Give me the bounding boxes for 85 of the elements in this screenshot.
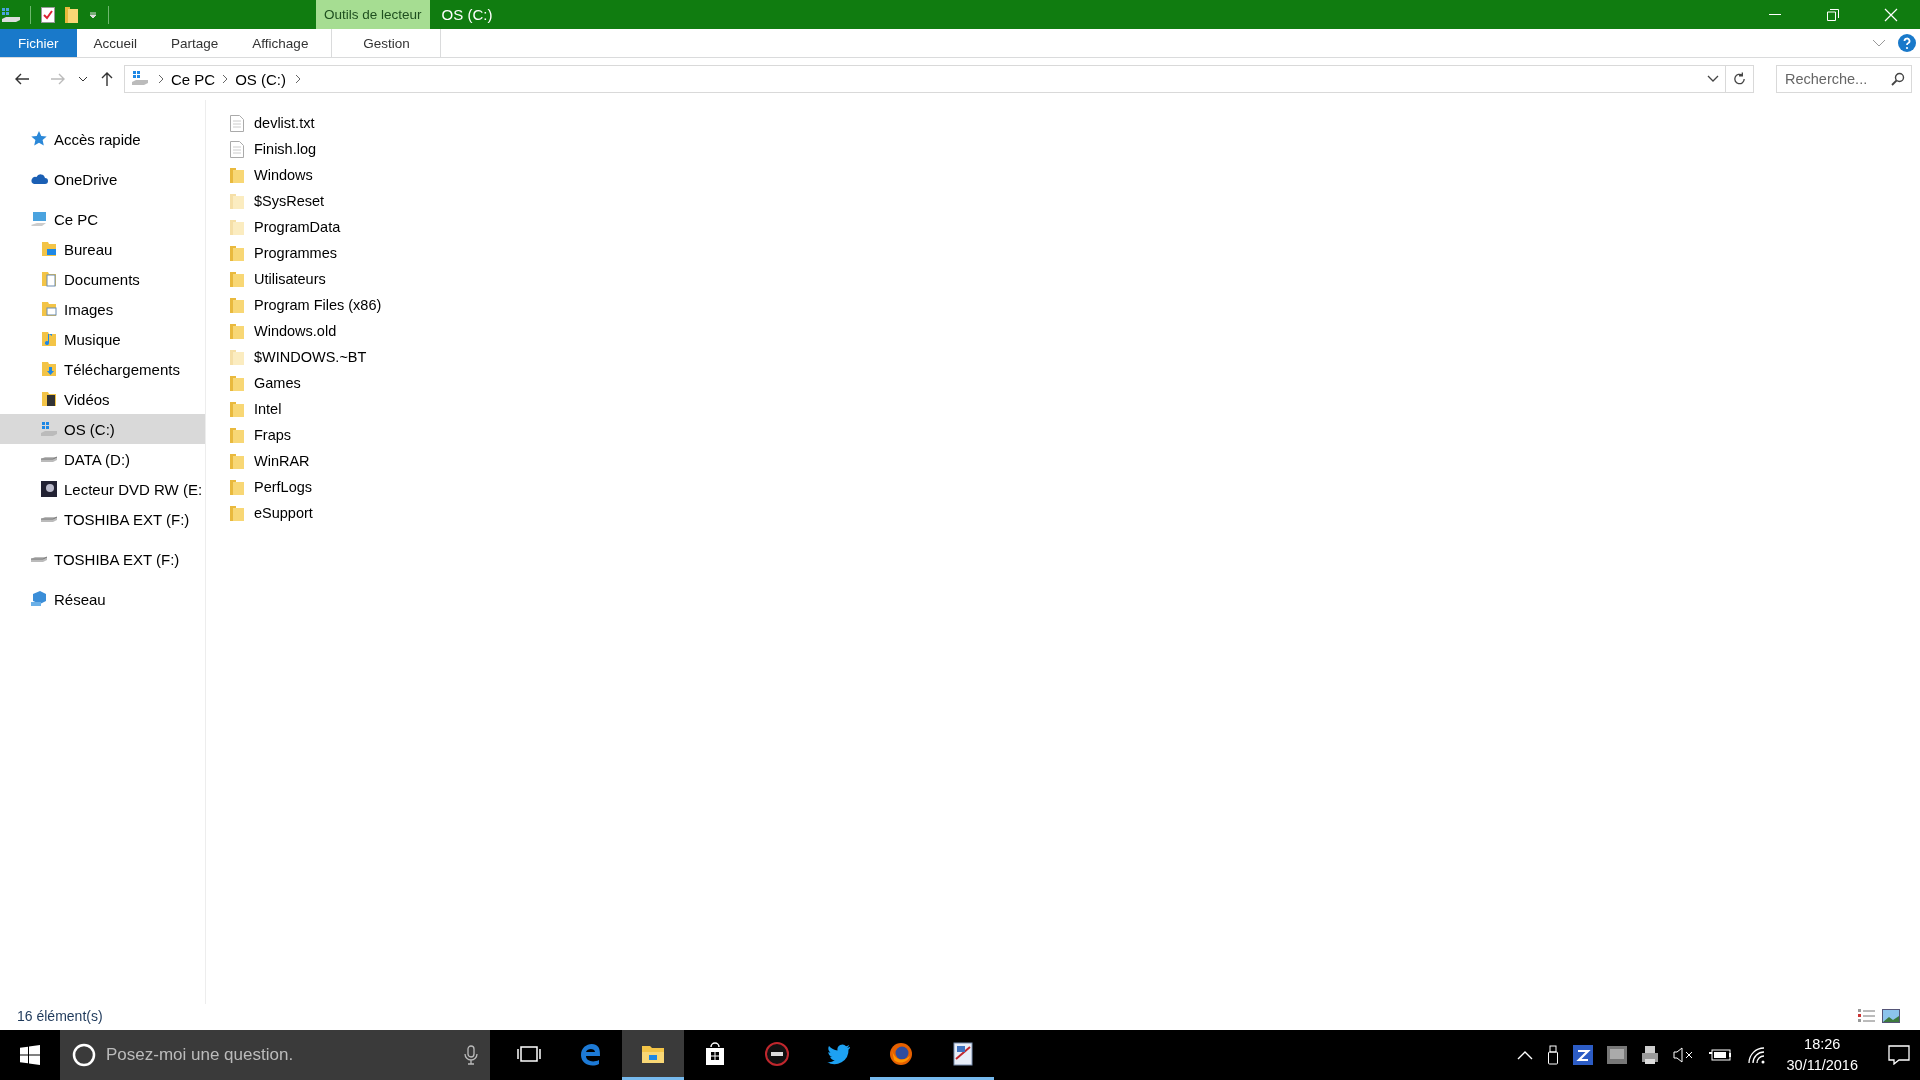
drive-icon: [40, 420, 58, 438]
ribbon-tab[interactable]: Gestion: [331, 29, 442, 57]
ribbon-tab[interactable]: Affichage: [235, 29, 326, 57]
ribbon-tab[interactable]: Fichier: [0, 29, 77, 57]
paint-icon: [950, 1040, 976, 1067]
drive-icon: [40, 455, 58, 463]
nav-item[interactable]: Accès rapide: [0, 124, 205, 154]
file-item[interactable]: $SysReset: [230, 188, 325, 214]
app-tray-icon[interactable]: [1570, 1045, 1595, 1065]
taskbar-search-field[interactable]: Posez-moi une question.: [60, 1030, 490, 1080]
star-icon: [30, 130, 48, 148]
caret-icon: [78, 76, 88, 82]
item-count: 16 élément(s): [17, 1008, 103, 1024]
notification-icon[interactable]: [1886, 1045, 1912, 1065]
ribbon-tab[interactable]: Accueil: [76, 29, 155, 57]
breadcrumb[interactable]: OS (C:): [231, 70, 291, 88]
breadcrumb[interactable]: Ce PC: [167, 70, 220, 88]
properties-icon[interactable]: [41, 6, 55, 23]
folder-icon: [40, 360, 58, 378]
file-item[interactable]: $WINDOWS.~BT: [230, 344, 367, 370]
nav-item[interactable]: Documents: [0, 264, 205, 294]
file-item[interactable]: WinRAR: [230, 448, 310, 474]
nav-item[interactable]: Images: [0, 294, 205, 324]
firefox-icon: [888, 1040, 914, 1067]
nav-item[interactable]: DATA (D:): [0, 444, 205, 474]
folder-icon: [40, 300, 58, 318]
folder-icon: [40, 270, 58, 288]
nav-item[interactable]: OneDrive: [0, 164, 205, 194]
file-item[interactable]: Fraps: [230, 422, 292, 448]
file-item[interactable]: ProgramData: [230, 214, 341, 240]
chevron-icon: [294, 74, 303, 84]
minimize-icon: [1769, 14, 1781, 15]
nav-item[interactable]: TOSHIBA EXT (F:): [0, 544, 205, 574]
refresh-icon: [1732, 71, 1747, 87]
nav-item[interactable]: Réseau: [0, 584, 205, 614]
folder-icon: [40, 390, 58, 408]
address-bar[interactable]: Ce PC OS (C:): [124, 65, 1754, 93]
help-icon[interactable]: [1898, 34, 1916, 52]
folder-icon: [40, 330, 58, 348]
computer-icon: [30, 210, 48, 228]
nav-item[interactable]: Téléchargements: [0, 354, 205, 384]
expand-icon[interactable]: [1872, 39, 1886, 47]
search-icon: [1891, 72, 1905, 86]
close-icon: [1884, 7, 1898, 22]
file-item[interactable]: devlist.txt: [230, 110, 315, 136]
drive-icon: [131, 68, 149, 87]
nav-item[interactable]: Lecteur DVD RW (E:: [0, 474, 205, 504]
drive-icon: [40, 515, 58, 523]
file-item[interactable]: Windows: [230, 162, 313, 188]
file-item[interactable]: Finish.log: [230, 136, 317, 162]
dropdown-icon[interactable]: [1707, 75, 1719, 83]
chevron-icon: [158, 74, 164, 84]
nav-item[interactable]: Bureau: [0, 234, 205, 264]
dvd-icon: [40, 480, 58, 498]
drive-icon: [2, 7, 20, 22]
windows-logo-icon: [20, 1045, 40, 1065]
network-icon: [30, 590, 48, 608]
file-item[interactable]: PerfLogs: [230, 474, 313, 500]
large-icons-button[interactable]: [1879, 1009, 1903, 1023]
file-item[interactable]: Programmes: [230, 240, 337, 266]
drive-icon: [30, 555, 48, 563]
chevron-icon: [222, 74, 229, 84]
ribbon-tab[interactable]: Partage: [154, 29, 236, 57]
folder-icon[interactable]: [65, 6, 78, 23]
context-tab-group: Outils de lecteur: [316, 0, 430, 29]
file-item[interactable]: Intel: [230, 396, 282, 422]
search-field[interactable]: Recherche...: [1776, 65, 1912, 93]
file-item[interactable]: eSupport: [230, 500, 313, 526]
taskbar-app[interactable]: [622, 1030, 684, 1080]
nav-item[interactable]: OS (C:): [0, 414, 205, 444]
clock[interactable]: 18:26 30/11/2016: [1778, 1034, 1866, 1076]
file-item[interactable]: Games: [230, 370, 301, 396]
cortana-icon: [72, 1043, 96, 1067]
folder-icon: [40, 240, 58, 258]
restore-icon: [1827, 8, 1839, 21]
window-title: OS (C:): [441, 6, 493, 23]
window-tray-icon[interactable]: [1604, 1046, 1629, 1064]
file-item[interactable]: Utilisateurs: [230, 266, 326, 292]
file-item[interactable]: Windows.old: [230, 318, 337, 344]
nav-item[interactable]: Vidéos: [0, 384, 205, 414]
file-item[interactable]: Program Files (x86): [230, 292, 382, 318]
microphone-icon[interactable]: [464, 1045, 478, 1065]
nav-item[interactable]: Musique: [0, 324, 205, 354]
nav-item[interactable]: TOSHIBA EXT (F:): [0, 504, 205, 534]
nav-item[interactable]: Ce PC: [0, 204, 205, 234]
